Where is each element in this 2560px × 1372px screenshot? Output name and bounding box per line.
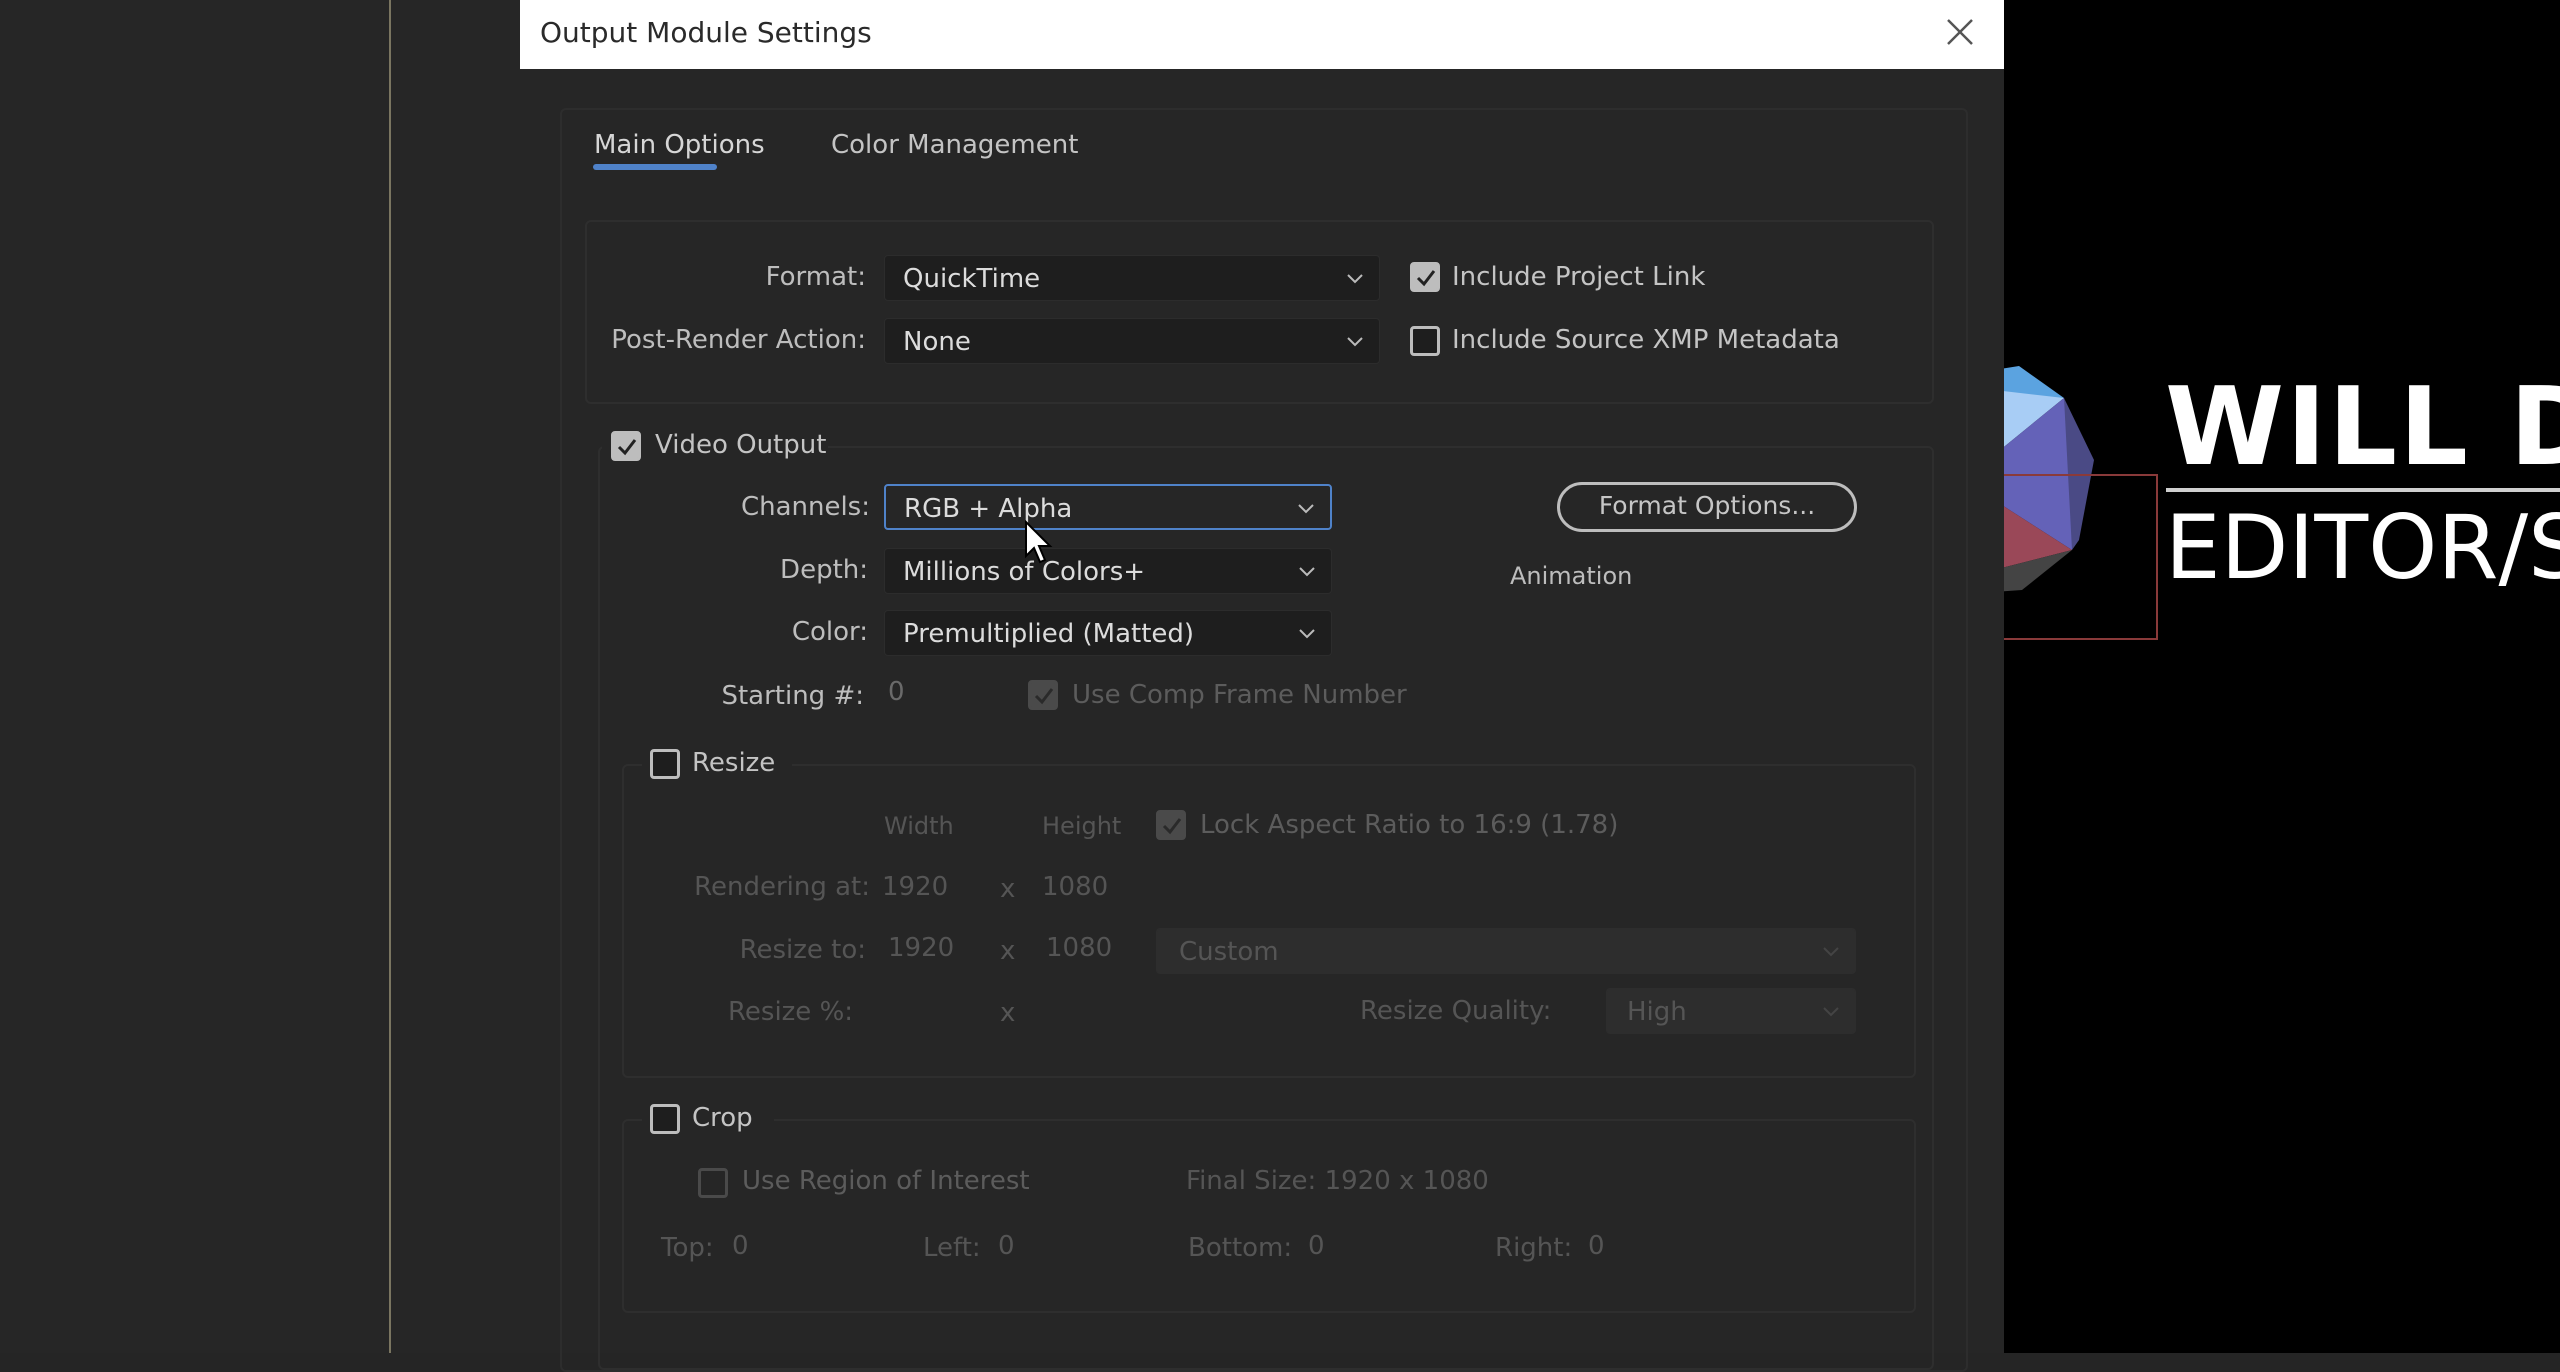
- height-header: Height: [1042, 812, 1122, 840]
- starting-number-label: Starting #:: [721, 681, 864, 711]
- rendering-width: 1920: [882, 872, 949, 902]
- resize-preset-value: Custom: [1179, 937, 1279, 967]
- chevron-down-icon: [1298, 504, 1314, 514]
- lock-aspect-checkbox[interactable]: [1156, 810, 1186, 840]
- width-header: Width: [884, 812, 954, 840]
- resize-checkbox[interactable]: [650, 749, 680, 779]
- output-module-settings-dialog: Output Module Settings Main Options Colo…: [520, 0, 2004, 1372]
- close-button[interactable]: [1938, 10, 1982, 54]
- channels-label: Channels:: [740, 492, 870, 522]
- chevron-down-icon: [1347, 337, 1363, 347]
- include-xmp-label[interactable]: Include Source XMP Metadata: [1452, 325, 1840, 355]
- post-render-label: Post-Render Action:: [611, 325, 866, 355]
- chevron-down-icon: [1299, 629, 1315, 639]
- resize-to-label: Resize to:: [739, 935, 866, 965]
- dialog-titlebar: Output Module Settings: [520, 0, 2004, 69]
- video-output-checkbox[interactable]: [611, 431, 641, 461]
- checkmark-icon: [1162, 818, 1182, 835]
- checkmark-icon: [617, 439, 637, 456]
- close-icon: [1947, 19, 1973, 45]
- color-dropdown[interactable]: Premultiplied (Matted): [884, 610, 1332, 656]
- color-value: Premultiplied (Matted): [903, 619, 1195, 649]
- resize-width-field[interactable]: 1920: [888, 933, 954, 963]
- crop-right-value[interactable]: 0: [1588, 1231, 1605, 1261]
- color-label: Color:: [791, 617, 868, 647]
- starting-number-value[interactable]: 0: [888, 677, 905, 707]
- logo-name-text: WILL DA: [2165, 365, 2560, 490]
- channels-dropdown[interactable]: RGB + Alpha: [884, 484, 1332, 530]
- use-comp-frame-checkbox[interactable]: [1028, 680, 1058, 710]
- resize-quality-value: High: [1627, 997, 1687, 1027]
- crop-bottom-label: Bottom:: [1188, 1233, 1293, 1263]
- resize-height-field[interactable]: 1080: [1046, 933, 1112, 963]
- rendering-height: 1080: [1042, 872, 1109, 902]
- x-separator: x: [1000, 998, 1016, 1028]
- depth-label: Depth:: [780, 555, 868, 585]
- include-project-link-checkbox[interactable]: [1410, 262, 1440, 292]
- chevron-down-icon: [1347, 274, 1363, 284]
- crop-bottom-value[interactable]: 0: [1308, 1231, 1325, 1261]
- general-options-group: [585, 220, 1934, 404]
- crop-right-label: Right:: [1495, 1233, 1573, 1263]
- crop-label[interactable]: Crop: [692, 1103, 753, 1133]
- lock-aspect-label: Lock Aspect Ratio to 16:9 (1.78): [1200, 810, 1619, 840]
- chevron-down-icon: [1823, 1007, 1839, 1017]
- composition-preview: [2004, 0, 2560, 1353]
- resize-quality-label: Resize Quality:: [1360, 996, 1552, 1026]
- dialog-title: Output Module Settings: [540, 16, 872, 49]
- crop-top-label: Top:: [661, 1233, 714, 1263]
- format-label: Format:: [765, 262, 866, 292]
- resize-preset-dropdown[interactable]: Custom: [1156, 928, 1856, 974]
- logo-role-text: EDITOR/SI: [2165, 496, 2560, 599]
- chevron-down-icon: [1823, 947, 1839, 957]
- post-render-dropdown[interactable]: None: [884, 318, 1380, 364]
- crop-left-value[interactable]: 0: [998, 1231, 1015, 1261]
- crop-group: [622, 1119, 1916, 1313]
- checkmark-icon: [1416, 270, 1436, 287]
- x-separator: x: [1000, 936, 1016, 966]
- app-background-panel: [0, 0, 520, 1353]
- depth-dropdown[interactable]: Millions of Colors+: [884, 548, 1332, 594]
- crop-left-label: Left:: [923, 1233, 981, 1263]
- active-tab-indicator: [593, 164, 717, 170]
- rendering-at-label: Rendering at:: [694, 872, 870, 902]
- resize-label[interactable]: Resize: [692, 748, 775, 778]
- resize-percent-label: Resize %:: [728, 997, 854, 1027]
- mouse-cursor-icon: [1025, 520, 1053, 564]
- resize-quality-dropdown[interactable]: High: [1606, 988, 1856, 1034]
- x-separator: x: [1000, 874, 1016, 904]
- post-render-value: None: [903, 327, 971, 357]
- logo-divider: [2166, 488, 2560, 492]
- use-roi-label: Use Region of Interest: [742, 1166, 1030, 1196]
- crop-top-value[interactable]: 0: [732, 1231, 749, 1261]
- format-value: QuickTime: [903, 264, 1041, 294]
- tab-main-options[interactable]: Main Options: [594, 130, 765, 160]
- selection-box: [1990, 474, 2158, 640]
- chevron-down-icon: [1299, 567, 1315, 577]
- codec-label: Animation: [1510, 562, 1633, 590]
- timeline-guide-line: [389, 0, 391, 1353]
- final-size-text: Final Size: 1920 x 1080: [1186, 1166, 1489, 1196]
- crop-checkbox[interactable]: [650, 1104, 680, 1134]
- tab-color-management[interactable]: Color Management: [831, 130, 1078, 160]
- include-xmp-checkbox[interactable]: [1410, 326, 1440, 356]
- video-output-label[interactable]: Video Output: [655, 430, 826, 460]
- use-comp-frame-label: Use Comp Frame Number: [1072, 680, 1407, 710]
- format-dropdown[interactable]: QuickTime: [884, 255, 1380, 301]
- use-roi-checkbox[interactable]: [698, 1168, 728, 1198]
- format-options-button[interactable]: Format Options...: [1557, 482, 1857, 532]
- include-project-link-label[interactable]: Include Project Link: [1452, 262, 1705, 292]
- checkmark-icon: [1034, 688, 1054, 705]
